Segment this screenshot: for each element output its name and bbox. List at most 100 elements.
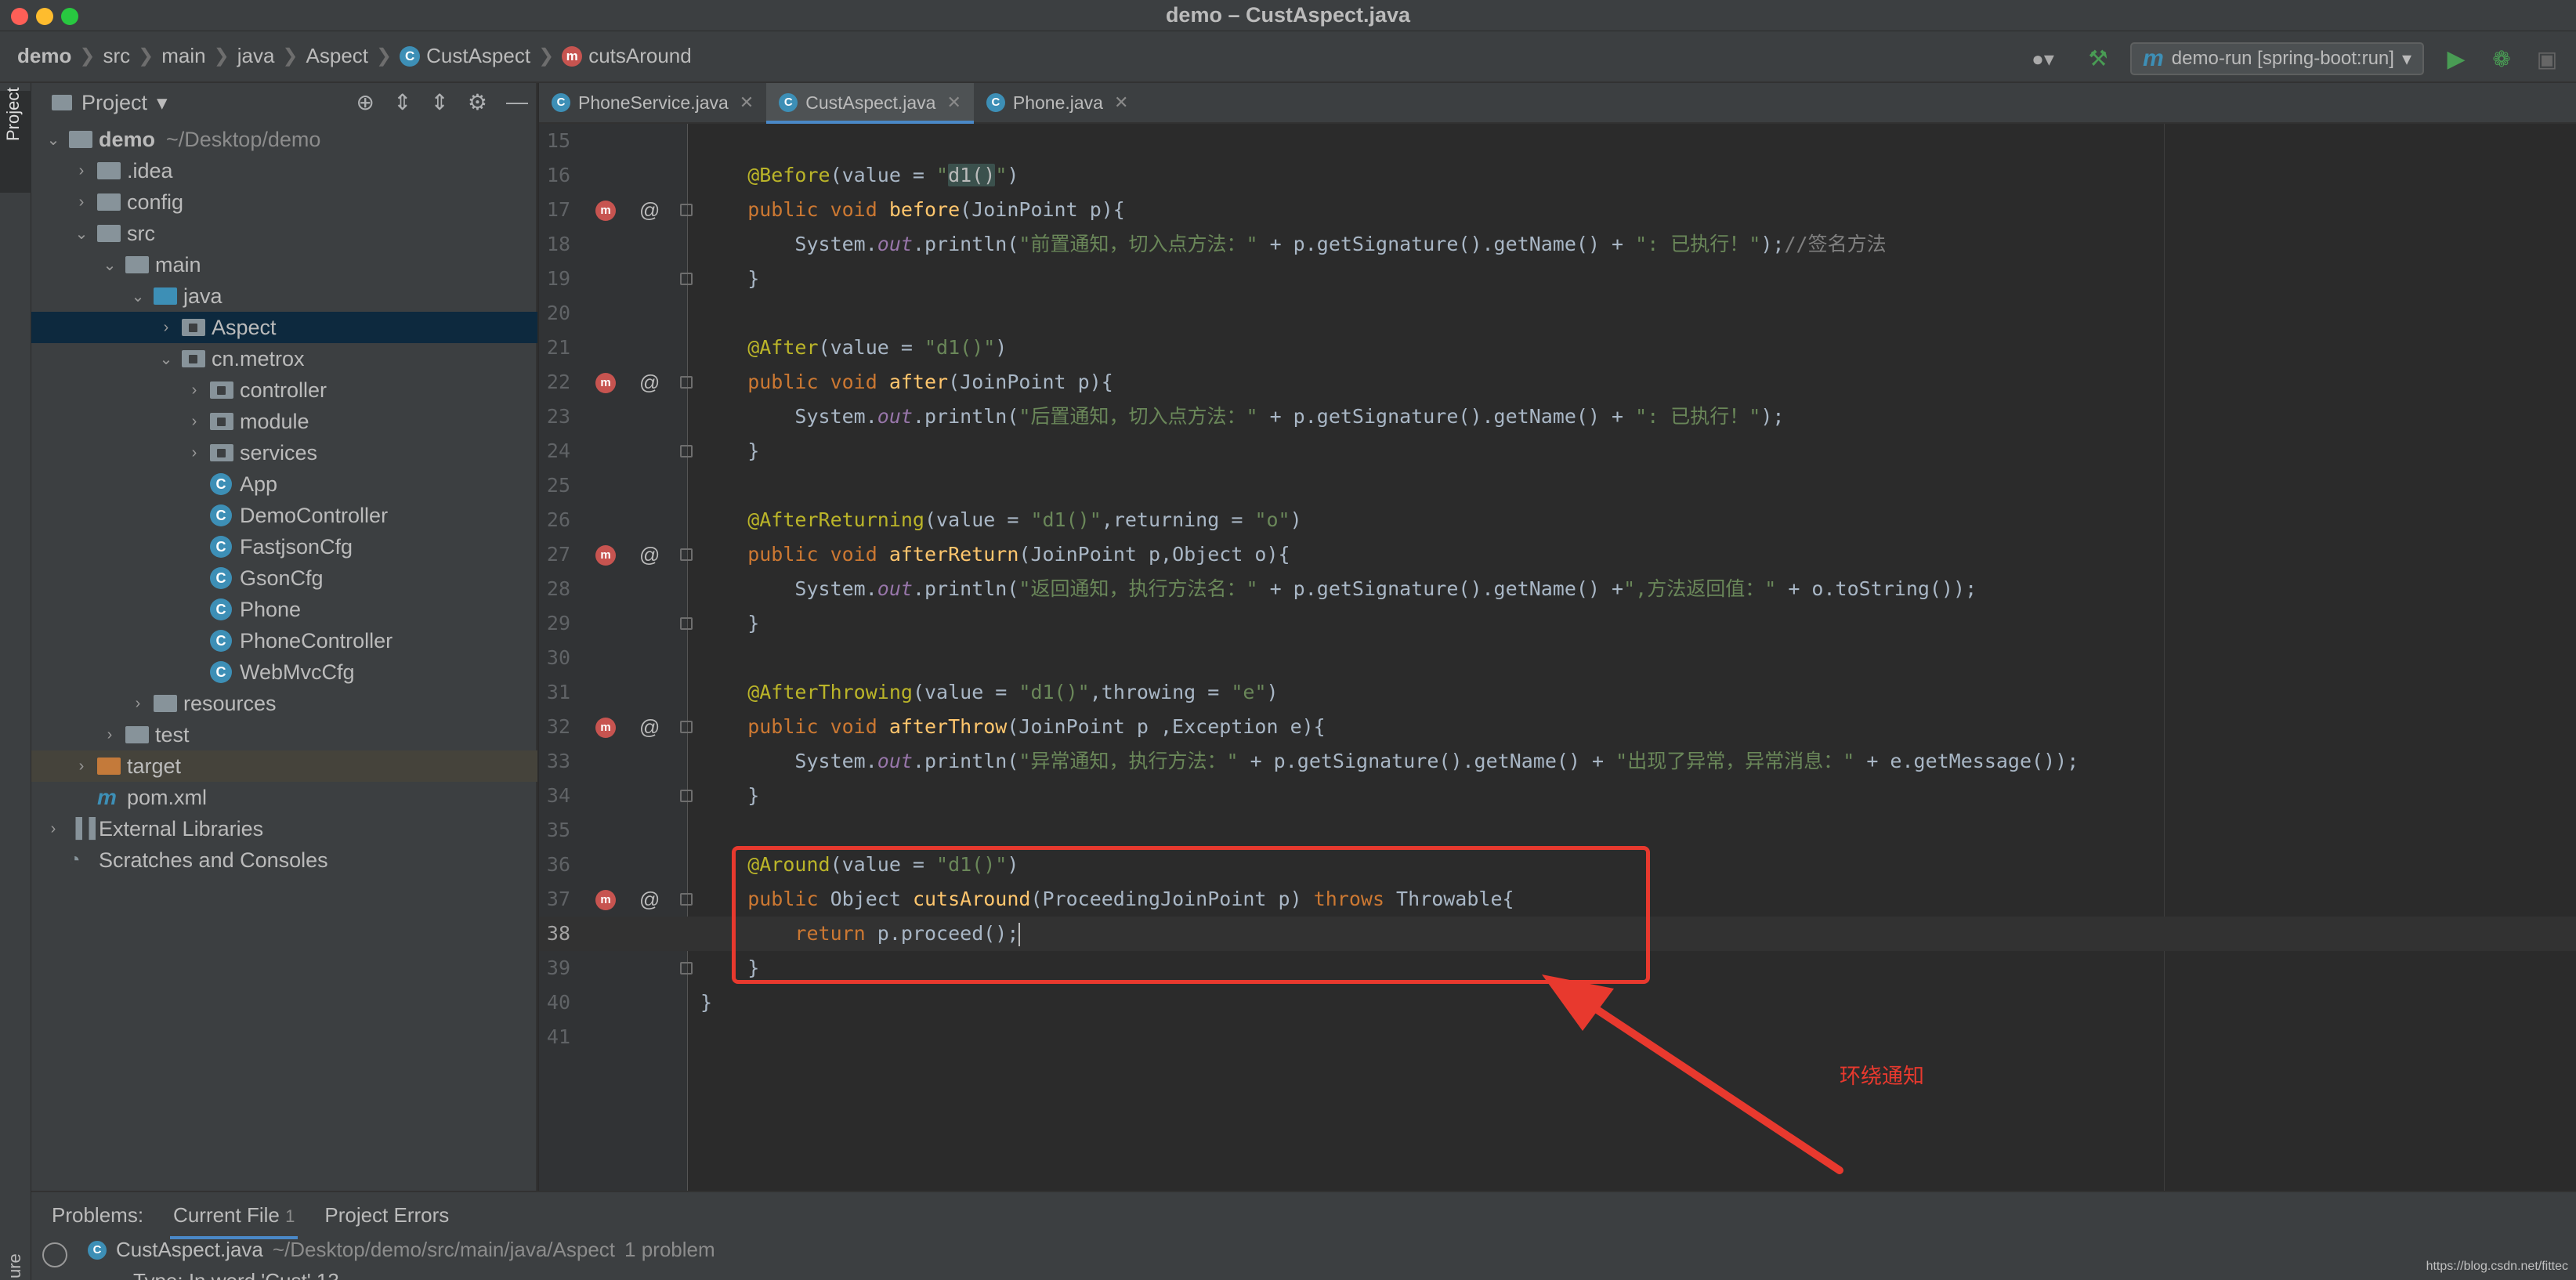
method-marker-icon[interactable]: m: [595, 545, 616, 566]
breadcrumb-item[interactable]: demo: [17, 44, 71, 68]
project-tool-window-button[interactable]: Project: [0, 88, 31, 193]
tree-item-main[interactable]: ⌄ main: [31, 249, 537, 280]
fold-marker-icon[interactable]: [680, 893, 693, 906]
chevron-right-icon[interactable]: ›: [102, 726, 118, 744]
tree-item-external-libraries[interactable]: › ▐▐ External Libraries: [31, 813, 537, 844]
code-line[interactable]: 27 m @ public void afterReturn(JoinPoint p…: [539, 537, 2576, 572]
user-icon[interactable]: ●▾: [2031, 45, 2066, 72]
problem-detail-row[interactable]: Type: In word 'Cust' 13: [133, 1269, 339, 1280]
tree-item-cn-metrox[interactable]: ⌄ cn.metrox: [31, 343, 537, 374]
code-line[interactable]: 33 System.out.println("异常通知，执行方法：" + p.g…: [539, 744, 2576, 779]
code-line[interactable]: 26 @AfterReturning(value = "d1()",return…: [539, 503, 2576, 537]
chevron-right-icon[interactable]: ›: [158, 319, 174, 337]
tree-item-services[interactable]: › services: [31, 437, 537, 468]
tree-item-target[interactable]: › target: [31, 750, 537, 782]
code-line[interactable]: 17 m @ public void before(JoinPoint p){: [539, 193, 2576, 227]
close-icon[interactable]: ✕: [946, 92, 961, 113]
run-configuration-select[interactable]: m demo-run [spring-boot:run] ▾: [2130, 42, 2424, 75]
chevron-down-icon[interactable]: ⌄: [74, 224, 89, 244]
chevron-right-icon[interactable]: ›: [74, 162, 89, 180]
tree-item-gsoncfg[interactable]: C GsonCfg: [31, 562, 537, 594]
locate-icon[interactable]: ⊕: [356, 89, 374, 115]
expand-all-icon[interactable]: ⇕: [393, 89, 411, 115]
run-icon[interactable]: ▶: [2443, 45, 2469, 73]
code-line[interactable]: 18 System.out.println("前置通知，切入点方法：" + p.…: [539, 227, 2576, 262]
tree-item-democontroller[interactable]: C DemoController: [31, 500, 537, 531]
chevron-down-icon[interactable]: ⌄: [102, 255, 118, 275]
breadcrumb-item[interactable]: src: [103, 44, 130, 68]
breadcrumb-item[interactable]: Aspect: [306, 44, 369, 68]
tree-item-fastjsoncfg[interactable]: C FastjsonCfg: [31, 531, 537, 562]
breadcrumb-item[interactable]: main: [161, 44, 205, 68]
tree-item--idea[interactable]: › .idea: [31, 155, 537, 186]
fold-marker-icon[interactable]: [680, 204, 693, 216]
chevron-right-icon[interactable]: ›: [45, 820, 61, 838]
code-line[interactable]: 21 @After(value = "d1()"): [539, 331, 2576, 365]
problems-options-icon[interactable]: [42, 1242, 67, 1267]
method-marker-icon[interactable]: m: [595, 373, 616, 393]
fold-marker-icon[interactable]: [680, 273, 693, 285]
build-hammer-icon[interactable]: ⚒: [2085, 45, 2111, 72]
close-icon[interactable]: ✕: [1114, 92, 1128, 113]
chevron-right-icon[interactable]: ›: [74, 193, 89, 212]
code-line[interactable]: 19 }: [539, 262, 2576, 296]
code-line[interactable]: 24 }: [539, 434, 2576, 468]
code-line[interactable]: 30: [539, 641, 2576, 675]
code-line[interactable]: 41: [539, 1020, 2576, 1054]
tree-item-module[interactable]: › module: [31, 406, 537, 437]
code-line[interactable]: 23 System.out.println("后置通知，切入点方法：" + p.…: [539, 400, 2576, 434]
close-icon[interactable]: ✕: [740, 92, 754, 113]
tree-item-phone[interactable]: C Phone: [31, 594, 537, 625]
tree-item-controller[interactable]: › controller: [31, 374, 537, 406]
editor-tab-custaspect-java[interactable]: C CustAspect.java ✕: [766, 83, 974, 124]
fold-marker-icon[interactable]: [680, 445, 693, 457]
code-line[interactable]: 15: [539, 124, 2576, 158]
code-line[interactable]: 25: [539, 468, 2576, 503]
fold-marker-icon[interactable]: [680, 376, 693, 389]
chevron-down-icon[interactable]: ⌄: [130, 287, 146, 306]
fold-marker-icon[interactable]: [680, 790, 693, 802]
method-marker-icon[interactable]: m: [595, 201, 616, 221]
method-marker-icon[interactable]: m: [595, 890, 616, 910]
coverage-icon[interactable]: ▣: [2534, 46, 2560, 72]
fold-marker-icon[interactable]: [680, 721, 693, 733]
chevron-right-icon[interactable]: ›: [130, 695, 146, 713]
code-line[interactable]: 31 @AfterThrowing(value = "d1()",throwin…: [539, 675, 2576, 710]
advice-at-icon[interactable]: @: [639, 710, 660, 744]
editor-tab-phone-java[interactable]: C Phone.java ✕: [974, 83, 1141, 122]
problems-tab-project-errors[interactable]: Project Errors: [313, 1199, 460, 1235]
tree-item-resources[interactable]: › resources: [31, 688, 537, 719]
tree-item-webmvccfg[interactable]: C WebMvcCfg: [31, 656, 537, 688]
chevron-down-icon[interactable]: ⌄: [158, 349, 174, 369]
code-line[interactable]: 40}: [539, 985, 2576, 1020]
code-line[interactable]: 28 System.out.println("返回通知，执行方法名：" + p.…: [539, 572, 2576, 606]
code-line[interactable]: 22 m @ public void after(JoinPoint p){: [539, 365, 2576, 400]
problem-file-row[interactable]: C CustAspect.java ~/Desktop/demo/src/mai…: [88, 1238, 715, 1262]
advice-at-icon[interactable]: @: [639, 193, 660, 227]
hide-panel-icon[interactable]: —: [506, 89, 528, 115]
code-line[interactable]: 35: [539, 813, 2576, 848]
code-line[interactable]: 16 @Before(value = "d1()"): [539, 158, 2576, 193]
method-marker-icon[interactable]: m: [595, 718, 616, 738]
breadcrumb-item[interactable]: m cutsAround: [562, 44, 692, 68]
chevron-right-icon[interactable]: ›: [186, 444, 202, 462]
gear-icon[interactable]: ⚙: [468, 89, 487, 115]
code-line[interactable]: 29 }: [539, 606, 2576, 641]
advice-at-icon[interactable]: @: [639, 365, 660, 400]
fold-marker-icon[interactable]: [680, 962, 693, 974]
chevron-right-icon[interactable]: ›: [186, 413, 202, 431]
tree-item-demo[interactable]: ⌄ demo ~/Desktop/demo: [31, 124, 537, 155]
code-line[interactable]: 34 }: [539, 779, 2576, 813]
chevron-right-icon[interactable]: ›: [74, 758, 89, 776]
chevron-down-icon[interactable]: ⌄: [45, 130, 61, 150]
advice-at-icon[interactable]: @: [639, 882, 660, 917]
debug-bug-icon[interactable]: ❁: [2488, 46, 2515, 72]
tree-item-phonecontroller[interactable]: C PhoneController: [31, 625, 537, 656]
collapse-all-icon[interactable]: ⇕: [430, 89, 448, 115]
breadcrumb-item[interactable]: C CustAspect: [400, 44, 530, 68]
advice-at-icon[interactable]: @: [639, 537, 660, 572]
chevron-right-icon[interactable]: ›: [186, 381, 202, 400]
fold-marker-icon[interactable]: [680, 617, 693, 630]
tree-item-src[interactable]: ⌄ src: [31, 218, 537, 249]
code-editor[interactable]: 15 16 @Before(value = "d1()") 17 m @ public …: [539, 124, 2576, 1191]
